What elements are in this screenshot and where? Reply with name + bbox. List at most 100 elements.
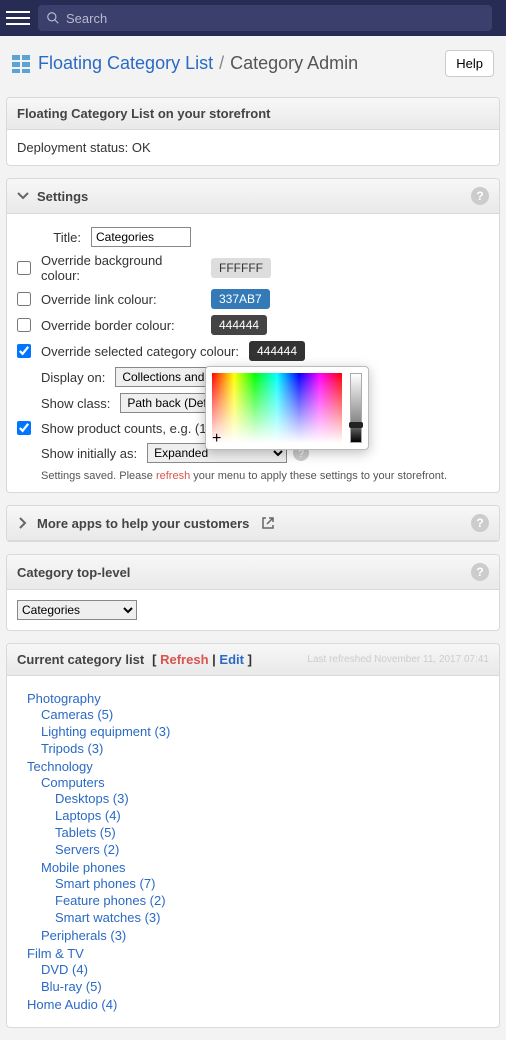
tree-item: Desktops (3) <box>55 790 489 807</box>
tree-link[interactable]: Tablets (5) <box>55 825 116 840</box>
search-wrap <box>38 5 492 31</box>
settings-body: Title: Override background colour: FFFFF… <box>7 214 499 492</box>
category-list-body: PhotographyCameras (5) Lighting equipment… <box>7 676 499 1027</box>
tree-item: Tripods (3) <box>41 740 489 757</box>
tree-item: Smart watches (3) <box>55 909 489 926</box>
override-selected-label: Override selected category colour: <box>41 344 239 359</box>
top-bar <box>0 0 506 36</box>
selected-color-swatch[interactable]: 444444 <box>249 341 305 361</box>
tree-item: Laptops (4) <box>55 807 489 824</box>
refresh-link[interactable]: Refresh <box>160 652 208 667</box>
breadcrumb-root[interactable]: Floating Category List <box>38 53 213 74</box>
tree-link[interactable]: Photography <box>27 691 101 706</box>
search-icon <box>46 11 60 25</box>
tree-link[interactable]: Mobile phones <box>41 860 126 875</box>
tree-item: Servers (2) <box>55 841 489 858</box>
category-list-title: Current category list <box>17 652 144 667</box>
override-link-checkbox[interactable] <box>17 292 31 306</box>
more-apps-title: More apps to help your customers <box>37 516 249 531</box>
override-bg-label: Override background colour: <box>41 253 201 283</box>
more-apps-header[interactable]: More apps to help your customers ? <box>7 506 499 541</box>
show-counts-label: Show product counts, e.g. (13) <box>41 421 218 436</box>
tree-link[interactable]: Servers (2) <box>55 842 119 857</box>
override-link-label: Override link colour: <box>41 292 201 307</box>
border-color-swatch[interactable]: 444444 <box>211 315 267 335</box>
deployment-status-value: OK <box>132 140 151 155</box>
tree-link[interactable]: Desktops (3) <box>55 791 129 806</box>
help-icon[interactable]: ? <box>471 563 489 581</box>
tree-link[interactable]: Lighting equipment (3) <box>41 724 170 739</box>
status-panel: Floating Category List on your storefron… <box>6 97 500 166</box>
show-counts-checkbox[interactable] <box>17 421 31 435</box>
breadcrumb-current: Category Admin <box>230 53 358 74</box>
tree-link[interactable]: Computers <box>41 775 105 790</box>
slider-thumb[interactable] <box>349 422 363 428</box>
tree-item: DVD (4) <box>41 961 489 978</box>
tree-item: Film & TVDVD (4) Blu-ray (5) <box>27 945 489 996</box>
override-border-checkbox[interactable] <box>17 318 31 332</box>
category-tree: PhotographyCameras (5) Lighting equipment… <box>17 686 489 1017</box>
help-icon[interactable]: ? <box>471 187 489 205</box>
tree-item: Peripherals (3) <box>41 927 489 944</box>
search-input[interactable] <box>66 11 484 26</box>
color-crosshair-icon: + <box>212 431 221 447</box>
svg-text:?: ? <box>476 516 483 530</box>
show-initially-label: Show initially as: <box>41 446 137 461</box>
help-button[interactable]: Help <box>445 50 494 77</box>
tree-link[interactable]: Peripherals (3) <box>41 928 126 943</box>
title-label: Title: <box>41 230 81 245</box>
tree-link[interactable]: Smart phones (7) <box>55 876 155 891</box>
svg-text:?: ? <box>476 189 483 203</box>
settings-panel-header[interactable]: Settings ? <box>7 179 499 214</box>
tree-item: Lighting equipment (3) <box>41 723 489 740</box>
tree-item: Blu-ray (5) <box>41 978 489 995</box>
tree-item: PhotographyCameras (5) Lighting equipment… <box>27 690 489 758</box>
status-panel-header: Floating Category List on your storefron… <box>7 98 499 130</box>
tree-link[interactable]: Cameras (5) <box>41 707 113 722</box>
tree-item: Smart phones (7) <box>55 875 489 892</box>
tree-link[interactable]: Film & TV <box>27 946 84 961</box>
tree-link[interactable]: Technology <box>27 759 93 774</box>
status-panel-title: Floating Category List on your storefron… <box>17 106 271 121</box>
page-header: Floating Category List / Category Admin … <box>0 36 506 91</box>
tree-item: Feature phones (2) <box>55 892 489 909</box>
bg-color-swatch[interactable]: FFFFFF <box>211 258 271 278</box>
override-border-label: Override border colour: <box>41 318 201 333</box>
breadcrumb-separator: / <box>219 53 224 74</box>
edit-link[interactable]: Edit <box>219 652 244 667</box>
tree-link[interactable]: Home Audio (4) <box>27 997 117 1012</box>
top-level-panel: Category top-level ? Categories <box>6 554 500 631</box>
tree-item: ComputersDesktops (3) Laptops (4) Tablets … <box>41 774 489 859</box>
settings-panel: Settings ? Title: Override background co… <box>6 178 500 493</box>
display-on-label: Display on: <box>41 370 105 385</box>
link-color-swatch[interactable]: 337AB7 <box>211 289 270 309</box>
tree-link[interactable]: Feature phones (2) <box>55 893 166 908</box>
settings-title: Settings <box>37 189 88 204</box>
deployment-status-label: Deployment status: <box>17 140 128 155</box>
top-level-select[interactable]: Categories <box>17 600 137 620</box>
help-icon[interactable]: ? <box>471 514 489 532</box>
category-list-header: Current category list [ Refresh | Edit ]… <box>7 644 499 676</box>
override-selected-checkbox[interactable] <box>17 344 31 358</box>
chevron-down-icon <box>17 190 29 202</box>
color-spectrum[interactable]: + <box>212 373 342 443</box>
tree-link[interactable]: Laptops (4) <box>55 808 121 823</box>
show-class-label: Show class: <box>41 396 110 411</box>
refresh-link[interactable]: refresh <box>156 470 190 482</box>
tree-item: Home Audio (4) <box>27 996 489 1013</box>
override-bg-checkbox[interactable] <box>17 261 31 275</box>
color-picker[interactable]: + <box>205 366 369 450</box>
title-input[interactable] <box>91 227 191 247</box>
lightness-slider[interactable] <box>350 373 362 443</box>
tree-link[interactable]: Smart watches (3) <box>55 910 160 925</box>
svg-text:?: ? <box>476 565 483 579</box>
tree-item: Cameras (5) <box>41 706 489 723</box>
category-list-panel: Current category list [ Refresh | Edit ]… <box>6 643 500 1028</box>
tree-link[interactable]: DVD (4) <box>41 962 88 977</box>
saved-message: Settings saved. Please refresh your menu… <box>17 466 489 482</box>
tree-link[interactable]: Tripods (3) <box>41 741 103 756</box>
tree-link[interactable]: Blu-ray (5) <box>41 979 102 994</box>
hamburger-icon[interactable] <box>6 6 30 30</box>
tree-item: TechnologyComputersDesktops (3) Laptops (… <box>27 758 489 945</box>
external-link-icon <box>261 516 275 530</box>
